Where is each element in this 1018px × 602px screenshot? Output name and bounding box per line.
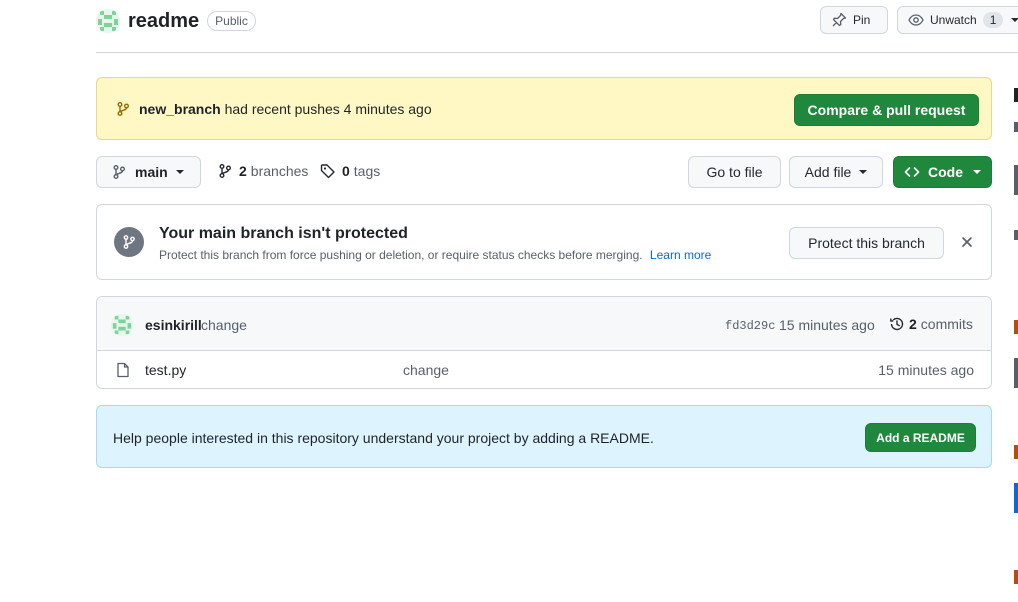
- header-divider: [96, 52, 1018, 53]
- commit-author-avatar[interactable]: [111, 314, 133, 336]
- pin-label: Pin: [853, 13, 871, 27]
- add-file-label: Add file: [804, 164, 852, 180]
- commits-count: 2: [909, 316, 917, 332]
- protect-this-branch-button[interactable]: Protect this branch: [789, 227, 944, 259]
- protection-title: Your main branch isn't protected: [159, 225, 408, 242]
- pin-icon: [831, 12, 847, 28]
- latest-commit-row: esinkirill change fd3d29c 15 minutes ago…: [97, 297, 991, 351]
- sidebar-fragment: [1014, 122, 1018, 132]
- readme-prompt-text: Help people interested in this repositor…: [113, 430, 654, 446]
- add-readme-button[interactable]: Add a README: [865, 423, 976, 452]
- branches-count: 2: [239, 163, 247, 179]
- unwatch-button[interactable]: Unwatch 1: [897, 6, 1018, 34]
- tags-link[interactable]: 0 tags: [320, 163, 380, 179]
- push-message: new_branch had recent pushes 4 minutes a…: [139, 101, 432, 117]
- chevron-down-icon: [175, 170, 184, 174]
- file-list: esinkirill change fd3d29c 15 minutes ago…: [96, 296, 992, 389]
- current-branch-label: main: [135, 164, 168, 180]
- sidebar-fragment: [1014, 88, 1018, 102]
- sidebar-fragment: [1014, 165, 1018, 195]
- compare-pull-request-button[interactable]: Compare & pull request: [794, 94, 979, 126]
- commit-sha-link[interactable]: fd3d29c: [725, 319, 775, 333]
- unwatch-label: Unwatch: [930, 13, 977, 27]
- sidebar-fragment: [1014, 230, 1018, 240]
- git-branch-icon: [114, 227, 144, 257]
- git-branch-icon: [115, 101, 131, 117]
- history-icon: [889, 316, 905, 332]
- pin-button[interactable]: Pin: [820, 6, 888, 34]
- commit-author-link[interactable]: esinkirill: [145, 317, 202, 333]
- commits-history-link[interactable]: 2 commits: [889, 316, 973, 332]
- commit-message-link[interactable]: change: [201, 317, 247, 333]
- sidebar-fragment: [1014, 483, 1018, 513]
- sidebar-fragment: [1014, 445, 1018, 459]
- file-row: test.py change 15 minutes ago: [97, 351, 991, 388]
- chevron-down-icon: [1011, 18, 1018, 22]
- sidebar-fragment: [1014, 358, 1018, 388]
- repo-owner-avatar[interactable]: [96, 9, 120, 33]
- code-label: Code: [928, 164, 963, 180]
- commit-time: 15 minutes ago: [779, 317, 875, 333]
- commits-label: commits: [920, 316, 973, 332]
- file-commit-time: 15 minutes ago: [878, 362, 974, 378]
- close-icon[interactable]: [959, 234, 975, 250]
- branch-selector[interactable]: main: [96, 156, 201, 188]
- branches-label: branches: [250, 163, 309, 179]
- git-branch-icon: [217, 163, 233, 179]
- push-description: had recent pushes 4 minutes ago: [224, 100, 432, 117]
- sidebar-fragment: [1014, 320, 1018, 334]
- clipped-sidebar: [1014, 80, 1018, 600]
- sidebar-fragment: [1014, 570, 1018, 584]
- file-commit-message-link[interactable]: change: [403, 362, 449, 378]
- branches-link[interactable]: 2 branches: [217, 163, 308, 179]
- protection-description: Protect this branch from force pushing o…: [159, 248, 711, 262]
- branch-protection-notice: Your main branch isn't protected Protect…: [96, 204, 992, 280]
- code-button[interactable]: Code: [893, 156, 992, 188]
- add-file-button[interactable]: Add file: [789, 156, 883, 188]
- git-branch-icon: [111, 164, 127, 180]
- recent-push-banner: new_branch had recent pushes 4 minutes a…: [96, 77, 992, 140]
- watchers-count: 1: [982, 12, 1004, 28]
- tags-label: tags: [353, 163, 381, 179]
- go-to-file-button[interactable]: Go to file: [688, 156, 781, 188]
- file-name-link[interactable]: test.py: [145, 362, 186, 378]
- eye-icon: [908, 12, 924, 28]
- repo-toolbar: main 2 branches 0 tags Go to file Add fi…: [96, 156, 992, 188]
- tags-count: 0: [342, 163, 350, 179]
- add-readme-prompt: Help people interested in this repositor…: [96, 405, 992, 468]
- repo-header: readme Public: [96, 6, 256, 36]
- code-icon: [904, 164, 920, 180]
- chevron-down-icon: [973, 170, 981, 174]
- chevron-down-icon: [859, 170, 868, 174]
- file-icon: [115, 362, 131, 378]
- repo-name-link[interactable]: readme: [128, 10, 199, 33]
- protection-description-text: Protect this branch from force pushing o…: [159, 248, 643, 262]
- tag-icon: [320, 163, 336, 179]
- learn-more-link[interactable]: Learn more: [650, 248, 711, 262]
- visibility-badge: Public: [207, 11, 256, 31]
- pushed-branch-name[interactable]: new_branch: [139, 101, 221, 117]
